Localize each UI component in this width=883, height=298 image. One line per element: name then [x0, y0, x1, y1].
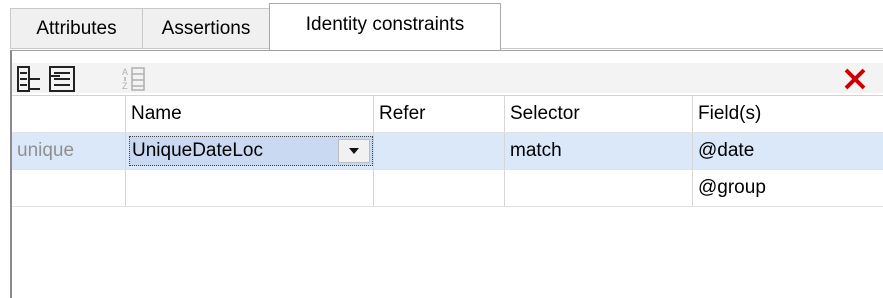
constraint-kind	[12, 170, 126, 206]
content-panel: A Z Name Refer Selector Field(s) unique …	[10, 50, 883, 298]
field-cell[interactable]: @group	[693, 170, 883, 206]
append-constraint-icon[interactable]	[14, 64, 44, 94]
column-header-kind	[12, 96, 126, 132]
identity-constraints-panel: Attributes Assertions Identity constrain…	[0, 0, 883, 298]
toolbar: A Z	[12, 63, 883, 93]
selector-cell[interactable]	[505, 170, 693, 206]
tab-divider	[10, 48, 269, 49]
tab-identity-constraints[interactable]: Identity constraints	[269, 3, 501, 50]
tab-assertions[interactable]: Assertions	[142, 8, 269, 48]
delete-icon[interactable]	[838, 64, 872, 94]
refer-cell[interactable]	[374, 133, 505, 169]
selector-cell[interactable]: match	[505, 133, 693, 169]
tab-attributes[interactable]: Attributes	[10, 8, 142, 48]
column-header-fields[interactable]: Field(s)	[693, 96, 883, 132]
table-row[interactable]: unique match @date UniqueDateLoc	[12, 133, 883, 170]
insert-constraint-icon[interactable]	[47, 64, 77, 94]
tab-divider	[501, 48, 883, 49]
name-cell[interactable]	[126, 170, 374, 206]
field-cell[interactable]: @date	[693, 133, 883, 169]
column-header-selector[interactable]: Selector	[505, 96, 693, 132]
column-header-refer[interactable]: Refer	[374, 96, 505, 132]
sort-icon[interactable]: A Z	[118, 64, 148, 94]
table-row[interactable]: @group	[12, 170, 883, 207]
svg-text:A: A	[122, 67, 128, 77]
chevron-down-icon[interactable]	[338, 139, 370, 163]
constraint-kind: unique	[12, 133, 126, 169]
column-header-name[interactable]: Name	[126, 96, 374, 132]
svg-text:Z: Z	[122, 81, 128, 91]
refer-cell[interactable]	[374, 170, 505, 206]
constraints-grid: Name Refer Selector Field(s) unique matc…	[12, 95, 883, 207]
grid-header-row: Name Refer Selector Field(s)	[12, 96, 883, 133]
name-combobox[interactable]: UniqueDateLoc	[129, 136, 373, 166]
name-combobox-value: UniqueDateLoc	[132, 140, 263, 161]
tab-bar: Attributes Assertions Identity constrain…	[0, 0, 883, 50]
